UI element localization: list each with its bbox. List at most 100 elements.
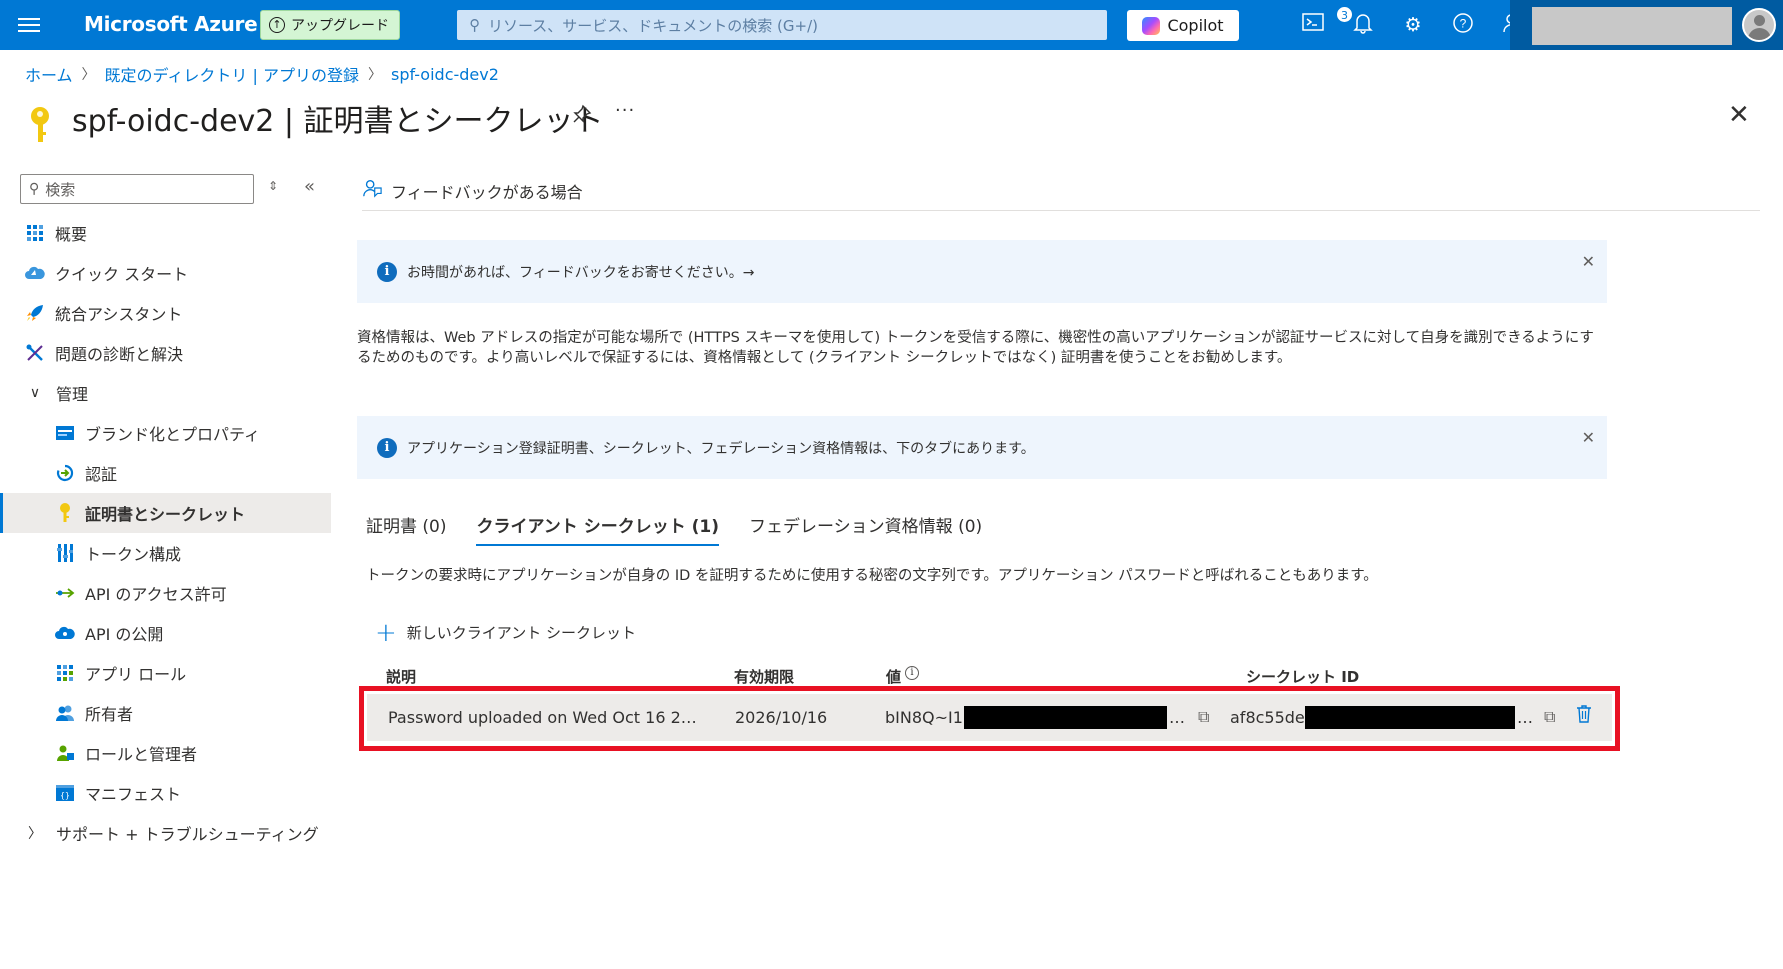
menu-icon[interactable]: [18, 15, 40, 35]
sidebar-item-diagnose[interactable]: 問題の診断と解決: [0, 333, 331, 373]
sidebar-item-roles-admins[interactable]: ロールと管理者: [0, 733, 331, 773]
tab-client-secrets[interactable]: クライアント シークレット (1): [476, 512, 719, 546]
close-icon[interactable]: ✕: [1728, 100, 1750, 130]
help-icon[interactable]: ?: [1450, 12, 1476, 38]
copilot-button[interactable]: Copilot: [1127, 10, 1239, 41]
sidebar-item-overview[interactable]: 概要: [0, 213, 331, 253]
secret-id-ellipsis: …: [1517, 708, 1533, 727]
secret-id-prefix: af8c55de: [1230, 708, 1305, 727]
credential-tabs: 証明書 (0) クライアント シークレット (1) フェデレーション資格情報 (…: [366, 512, 1012, 546]
new-client-secret-button[interactable]: + 新しいクライアント シークレット: [375, 620, 636, 646]
top-bar: Microsoft Azure ↑ アップグレード ⚲ リソース、サービス、ドキ…: [0, 0, 1783, 50]
sidebar-item-label: アプリ ロール: [85, 665, 187, 684]
tab-federated-credentials[interactable]: フェデレーション資格情報 (0): [749, 512, 982, 546]
collapse-sidebar-icon[interactable]: «: [304, 176, 315, 197]
secret-expires: 2026/10/16: [735, 708, 828, 727]
manifest-icon: {}: [54, 782, 76, 804]
sidebar-item-token-configuration[interactable]: トークン構成: [0, 533, 331, 573]
breadcrumb-home[interactable]: ホーム: [25, 62, 73, 86]
key-icon: [28, 106, 52, 146]
feedback-icon: [362, 178, 382, 203]
close-icon[interactable]: ✕: [1582, 252, 1595, 271]
secret-description: Password uploaded on Wed Oct 16 2…: [388, 708, 697, 727]
account-area[interactable]: [1510, 0, 1783, 50]
column-value-wrap: 値i: [886, 666, 920, 687]
feedback-button[interactable]: フィードバックがある場合: [362, 170, 583, 203]
search-icon: ⚲: [469, 16, 480, 34]
copy-secret-id-icon[interactable]: ⧉: [1544, 707, 1555, 727]
rocket-icon: [24, 302, 46, 324]
arrow-up-icon: ↑: [269, 17, 285, 33]
sidebar-item-label: 認証: [85, 465, 118, 484]
redacted-value: [964, 706, 1167, 729]
sidebar-item-label: 問題の診断と解決: [55, 345, 184, 364]
tab-certificates[interactable]: 証明書 (0): [366, 512, 446, 546]
sidebar-item-owners[interactable]: 所有者: [0, 693, 331, 733]
wrench-icon: [24, 342, 46, 364]
brand-name[interactable]: Microsoft Azure: [84, 12, 258, 36]
chevron-right-icon: 〉: [367, 67, 382, 83]
secret-value-ellipsis: …: [1169, 708, 1185, 727]
upgrade-label: アップグレード: [291, 18, 389, 34]
table-row[interactable]: Password uploaded on Wed Oct 16 2… 2026/…: [367, 694, 1612, 741]
tabs-info-banner-text: アプリケーション登録証明書、シークレット、フェデレーション資格情報は、下のタブに…: [407, 440, 1035, 457]
sidebar-item-branding[interactable]: ブランド化とプロパティ: [0, 413, 331, 453]
breadcrumb-app-registrations[interactable]: 既定のディレクトリ | アプリの登録: [105, 62, 359, 86]
sidebar-item-certificates-secrets[interactable]: 証明書とシークレット: [0, 493, 331, 533]
sidebar-item-label: トークン構成: [85, 545, 182, 564]
close-icon[interactable]: ✕: [1582, 428, 1595, 447]
sidebar-item-integration-assistant[interactable]: 統合アシスタント: [0, 293, 331, 333]
sidebar-group-support[interactable]: 〉 サポート + トラブルシューティング: [0, 813, 331, 853]
cloud-icon: [54, 622, 76, 644]
account-name-redacted: [1532, 7, 1732, 45]
secret-value-prefix: bIN8Q~I1: [885, 708, 963, 727]
sidebar-item-label: 証明書とシークレット: [85, 505, 246, 524]
sidebar-item-label: マニフェスト: [85, 785, 182, 804]
sort-icon[interactable]: ⇕: [268, 179, 278, 193]
sidebar-item-authentication[interactable]: 認証: [0, 453, 331, 493]
delete-icon[interactable]: [1576, 705, 1592, 728]
feedback-label: フィードバックがある場合: [391, 182, 583, 202]
sidebar-item-quickstart[interactable]: クイック スタート: [0, 253, 331, 293]
settings-gear-icon[interactable]: ⚙: [1400, 12, 1426, 38]
sidebar-item-label: サポート + トラブルシューティング: [56, 825, 319, 844]
sidebar-item-app-roles[interactable]: アプリ ロール: [0, 653, 331, 693]
owners-icon: [54, 702, 76, 724]
sidebar-search-input[interactable]: ⚲ 検索: [20, 174, 254, 204]
more-options-button[interactable]: ···: [615, 100, 635, 121]
sidebar-item-manifest[interactable]: {} マニフェスト: [0, 773, 331, 813]
sidebar-item-label: API のアクセス許可: [85, 585, 227, 604]
avatar[interactable]: [1742, 8, 1776, 42]
copy-value-icon[interactable]: ⧉: [1198, 707, 1209, 727]
search-icon: ⚲: [29, 181, 40, 197]
sidebar-item-label: ロールと管理者: [85, 745, 198, 764]
sidebar-group-manage[interactable]: ∨ 管理: [0, 373, 331, 413]
info-icon: i: [377, 261, 397, 282]
tabs-info-banner: i アプリケーション登録証明書、シークレット、フェデレーション資格情報は、下のタ…: [357, 416, 1607, 479]
pin-icon[interactable]: [572, 104, 592, 129]
sidebar-item-label: API の公開: [85, 625, 164, 644]
new-client-secret-label: 新しいクライアント シークレット: [406, 624, 636, 642]
key-icon: [54, 502, 76, 524]
sidebar-item-api-permissions[interactable]: API のアクセス許可: [0, 573, 331, 613]
feedback-banner-text[interactable]: お時間があれば、フィードバックをお寄せください。→: [407, 262, 754, 282]
overview-icon: [24, 222, 46, 244]
svg-text:?: ?: [1460, 17, 1467, 31]
auth-icon: [54, 462, 76, 484]
chevron-right-icon: 〉: [81, 67, 96, 83]
svg-text:{}: {}: [60, 791, 70, 800]
cloud-shell-icon[interactable]: [1300, 12, 1326, 38]
sidebar-item-label: 管理: [56, 385, 89, 404]
global-search-input[interactable]: ⚲ リソース、サービス、ドキュメントの検索 (G+/): [457, 10, 1107, 40]
upgrade-button[interactable]: ↑ アップグレード: [260, 10, 400, 40]
sidebar-item-label: ブランド化とプロパティ: [85, 425, 261, 444]
notifications-icon[interactable]: [1350, 12, 1376, 38]
credentials-description: 資格情報は、Web アドレスの指定が可能な場所で (HTTPS スキーマを使用し…: [357, 330, 1594, 366]
chevron-down-icon: ∨: [29, 385, 41, 401]
column-value: 値: [886, 668, 902, 686]
sidebar-item-expose-api[interactable]: API の公開: [0, 613, 331, 653]
chevron-right-icon: 〉: [28, 826, 42, 842]
breadcrumb-app[interactable]: spf-oidc-dev2: [391, 65, 499, 84]
sidebar-nav: 概要 クイック スタート 統合アシスタント 問題の診断と解決 ∨ 管理 ブランド…: [0, 213, 331, 853]
info-icon[interactable]: i: [905, 666, 920, 680]
